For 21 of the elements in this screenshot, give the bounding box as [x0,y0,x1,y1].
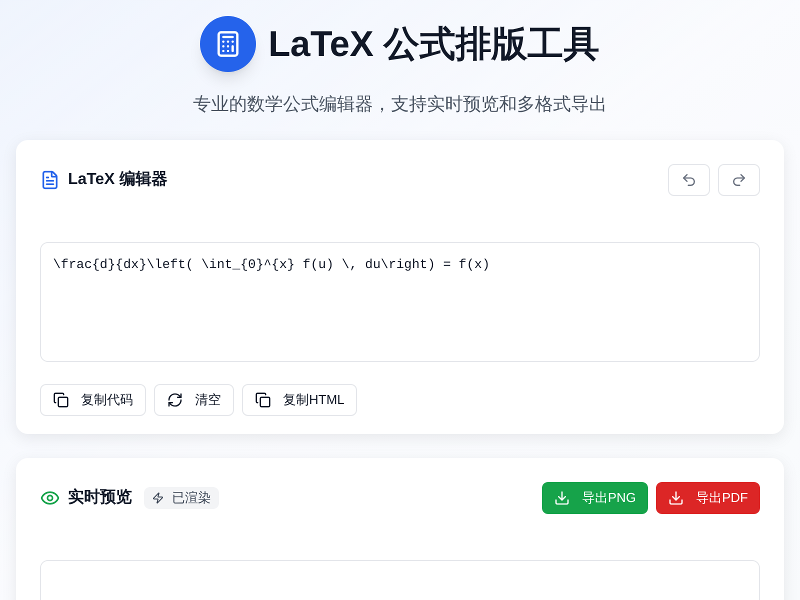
editor-title: LaTeX 编辑器 [68,169,168,190]
latex-input-field[interactable]: \frac{d}{dx}\left( \int_{0}^{x} f(u) \, du\right) = f(x) [40,242,760,362]
lightning-icon [152,492,164,504]
status-badge: 已渲染 [144,487,219,509]
editor-action-button[interactable]: 清空 [154,384,234,416]
editor-action-button[interactable]: 复制代码 [40,384,146,416]
redo-icon [731,172,747,188]
copy-icon [255,392,271,408]
page-subtitle: 专业的数学公式编辑器，支持实时预览和多格式导出 [192,93,608,116]
download-icon [668,490,684,506]
export-button[interactable]: 导出PDF [656,482,760,514]
undo-icon [681,172,697,188]
download-icon [554,490,570,506]
undo-button[interactable] [668,164,710,196]
document-icon [40,170,60,190]
editor-action-button[interactable]: 复制HTML [242,384,358,416]
redo-button[interactable] [718,164,760,196]
page-title: LaTeX 公式排版工具 [268,26,600,62]
refresh-icon [167,392,183,408]
preview-title: 实时预览 [68,487,132,508]
copy-icon [53,392,69,408]
